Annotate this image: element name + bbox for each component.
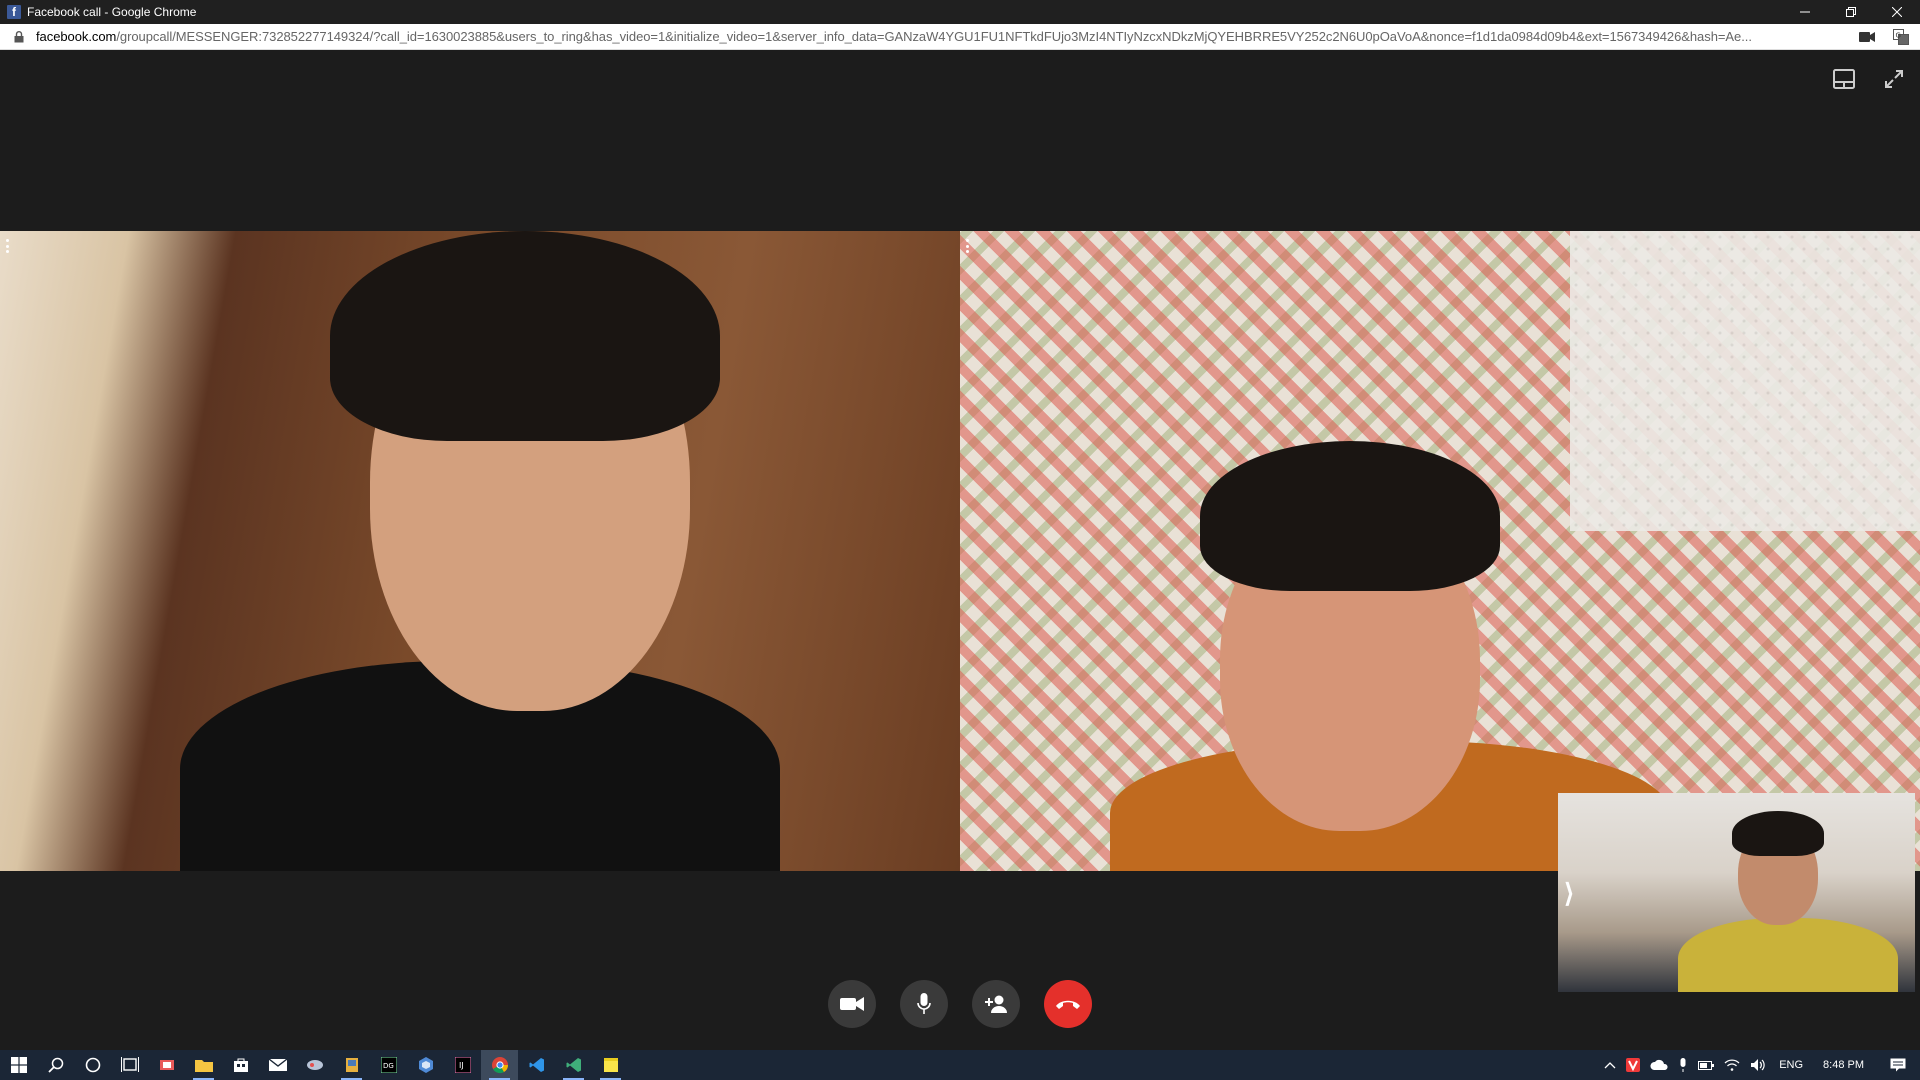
- windows-start-button[interactable]: [0, 1050, 37, 1080]
- tray-onedrive[interactable]: [1645, 1050, 1673, 1080]
- svg-text:IJ: IJ: [459, 1061, 464, 1070]
- search-button[interactable]: [37, 1050, 74, 1080]
- tray-microphone[interactable]: [1673, 1050, 1693, 1080]
- vscode-icon: [529, 1058, 544, 1072]
- action-center-button[interactable]: [1876, 1050, 1920, 1080]
- mail-icon: [268, 1058, 287, 1071]
- app-icon-3: [345, 1058, 358, 1072]
- battery-icon: [1698, 1061, 1715, 1070]
- fullscreen-icon: [1885, 70, 1903, 88]
- tray-volume[interactable]: [1745, 1050, 1771, 1080]
- taskbar-vscode-insiders[interactable]: [555, 1050, 592, 1080]
- taskbar-file-explorer[interactable]: [185, 1050, 222, 1080]
- url-domain: facebook.com: [36, 29, 117, 44]
- tray-battery[interactable]: [1693, 1050, 1719, 1080]
- store-icon: [233, 1058, 248, 1072]
- call-area: ⟩: [0, 51, 1920, 1050]
- participant-2-figure: [1110, 441, 1670, 871]
- vivaldi-icon: [1626, 1058, 1641, 1072]
- taskbar-app-4[interactable]: [407, 1050, 444, 1080]
- taskbar-sticky-notes[interactable]: [592, 1050, 629, 1080]
- intellij-icon: IJ: [454, 1057, 471, 1073]
- microphone-button[interactable]: [900, 980, 948, 1028]
- address-bar[interactable]: facebook.com/groupcall/MESSENGER:7328522…: [0, 24, 1920, 50]
- task-view-button[interactable]: [111, 1050, 148, 1080]
- call-controls: [828, 980, 1092, 1028]
- microphone-icon: [1680, 1058, 1686, 1072]
- vscode-insiders-icon: [566, 1058, 581, 1072]
- layout-toggle-button[interactable]: [1830, 65, 1858, 93]
- sticky-notes-icon: [603, 1058, 618, 1072]
- taskbar-datagrip[interactable]: DG: [370, 1050, 407, 1080]
- minimize-button[interactable]: [1782, 0, 1828, 24]
- volume-icon: [1751, 1059, 1765, 1071]
- search-icon: [47, 1057, 63, 1073]
- chevron-up-icon: [1604, 1062, 1616, 1069]
- restore-button[interactable]: [1828, 0, 1874, 24]
- svg-text:DG: DG: [383, 1062, 394, 1070]
- taskbar-app-2[interactable]: [296, 1050, 333, 1080]
- taskbar: DG IJ ENG 8:48 PM: [0, 1050, 1920, 1080]
- cortana-button[interactable]: [74, 1050, 111, 1080]
- facebook-icon: f: [7, 5, 21, 19]
- fullscreen-button[interactable]: [1880, 65, 1908, 93]
- participant-video-1[interactable]: [0, 231, 960, 871]
- window-title-bar: f Facebook call - Google Chrome: [0, 0, 1920, 24]
- app-icon-1: [159, 1060, 174, 1070]
- app-icon-4: [418, 1057, 433, 1073]
- lock-icon[interactable]: [13, 30, 25, 44]
- close-button[interactable]: [1874, 0, 1920, 24]
- drag-handle-icon[interactable]: [6, 239, 10, 253]
- url-text[interactable]: facebook.com/groupcall/MESSENGER:7328522…: [36, 29, 1846, 44]
- task-view-icon: [120, 1057, 139, 1072]
- tray-overflow-button[interactable]: [1599, 1050, 1621, 1080]
- microphone-icon: [917, 993, 931, 1014]
- language-indicator[interactable]: ENG: [1771, 1050, 1811, 1080]
- file-explorer-icon: [194, 1060, 213, 1072]
- cortana-icon: [85, 1057, 100, 1073]
- taskbar-mail[interactable]: [259, 1050, 296, 1080]
- end-call-button[interactable]: [1044, 980, 1092, 1028]
- onedrive-icon: [1650, 1059, 1668, 1070]
- taskbar-vscode[interactable]: [518, 1050, 555, 1080]
- taskbar-intellij[interactable]: IJ: [444, 1050, 481, 1080]
- add-person-button[interactable]: [972, 980, 1020, 1028]
- tray-wifi[interactable]: [1719, 1050, 1745, 1080]
- self-view-video[interactable]: ⟩: [1558, 793, 1915, 992]
- taskbar-app-1[interactable]: [148, 1050, 185, 1080]
- phone-hangup-icon: [1056, 1000, 1080, 1009]
- windows-start-icon: [10, 1057, 27, 1073]
- url-path: /groupcall/MESSENGER:732852277149324/?ca…: [116, 29, 1752, 44]
- svg-text:G: G: [1896, 32, 1901, 40]
- clock[interactable]: 8:48 PM: [1811, 1050, 1876, 1080]
- participant-video-2[interactable]: [960, 231, 1920, 871]
- chrome-icon: [491, 1057, 508, 1074]
- datagrip-icon: DG: [380, 1057, 397, 1073]
- taskbar-store[interactable]: [222, 1050, 259, 1080]
- add-person-icon: [985, 995, 1007, 1013]
- action-center-icon: [1890, 1058, 1906, 1072]
- taskbar-app-3[interactable]: [333, 1050, 370, 1080]
- camera-icon[interactable]: [1858, 28, 1876, 46]
- participant-1-figure: [180, 231, 880, 871]
- video-camera-icon: [840, 997, 864, 1011]
- collapse-self-view-button[interactable]: ⟩: [1564, 878, 1574, 909]
- video-camera-button[interactable]: [828, 980, 876, 1028]
- app-icon-2: [306, 1060, 323, 1070]
- window-title: Facebook call - Google Chrome: [27, 5, 197, 19]
- translate-icon[interactable]: G: [1892, 28, 1910, 46]
- layout-toggle-icon: [1833, 69, 1855, 89]
- taskbar-chrome[interactable]: [481, 1050, 518, 1080]
- system-tray: ENG 8:48 PM: [1599, 1050, 1920, 1080]
- drag-handle-icon[interactable]: [966, 239, 970, 253]
- self-figure: [1678, 803, 1908, 992]
- tray-vivaldi[interactable]: [1621, 1050, 1645, 1080]
- wifi-icon: [1724, 1059, 1740, 1071]
